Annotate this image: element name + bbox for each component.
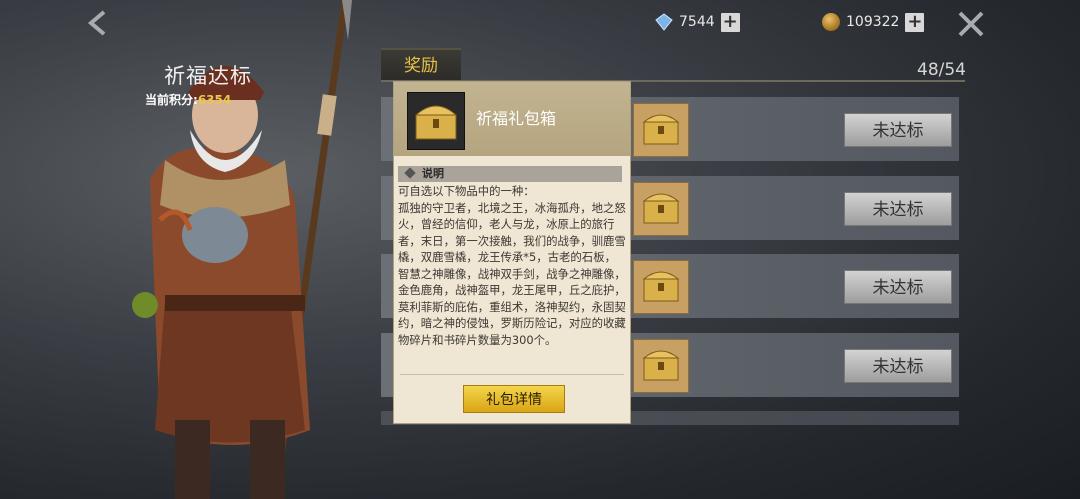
not-reached-button[interactable]: 未达标	[844, 270, 952, 304]
chest-icon	[633, 182, 689, 236]
chest-icon	[633, 339, 689, 393]
coin-icon	[822, 13, 840, 31]
chest-icon	[633, 103, 689, 157]
description-header: 说明	[398, 166, 622, 182]
tab-rewards[interactable]: 奖励	[381, 48, 461, 82]
gem-count: 7544	[679, 14, 715, 30]
description-label: 说明	[422, 167, 444, 180]
gift-chest-icon	[407, 92, 465, 150]
not-reached-button[interactable]: 未达标	[844, 192, 952, 226]
coin-currency: 109322 +	[822, 10, 925, 34]
popup-divider	[400, 374, 624, 375]
current-score: 当前积分:6354	[145, 91, 231, 108]
event-title: 祈福达标	[164, 64, 252, 88]
score-label: 当前积分:	[145, 93, 198, 107]
description-text: 可自选以下物品中的一种： 孤独的守卫者，北境之王，冰海孤舟，地之怒火，曾经的信仰…	[398, 184, 626, 347]
popup-header: 祈福礼包箱	[394, 82, 630, 156]
add-coin-button[interactable]: +	[905, 12, 925, 32]
close-icon[interactable]	[955, 8, 987, 40]
coin-count: 109322	[846, 14, 900, 30]
gem-currency: 7544 +	[655, 10, 740, 34]
chest-icon	[633, 260, 689, 314]
popup-title: 祈福礼包箱	[476, 109, 557, 128]
reward-progress: 48/54	[917, 60, 966, 80]
score-value: 6354	[197, 93, 232, 107]
add-gem-button[interactable]: +	[720, 12, 740, 32]
gift-box-popup: 祈福礼包箱 说明 可自选以下物品中的一种： 孤独的守卫者，北境之王，冰海孤舟，地…	[393, 81, 631, 424]
back-arrow-icon[interactable]	[82, 8, 112, 38]
gem-icon	[655, 13, 673, 31]
diamond-icon	[404, 167, 416, 179]
not-reached-button[interactable]: 未达标	[844, 349, 952, 383]
gift-details-button[interactable]: 礼包详情	[463, 385, 565, 413]
not-reached-button[interactable]: 未达标	[844, 113, 952, 147]
